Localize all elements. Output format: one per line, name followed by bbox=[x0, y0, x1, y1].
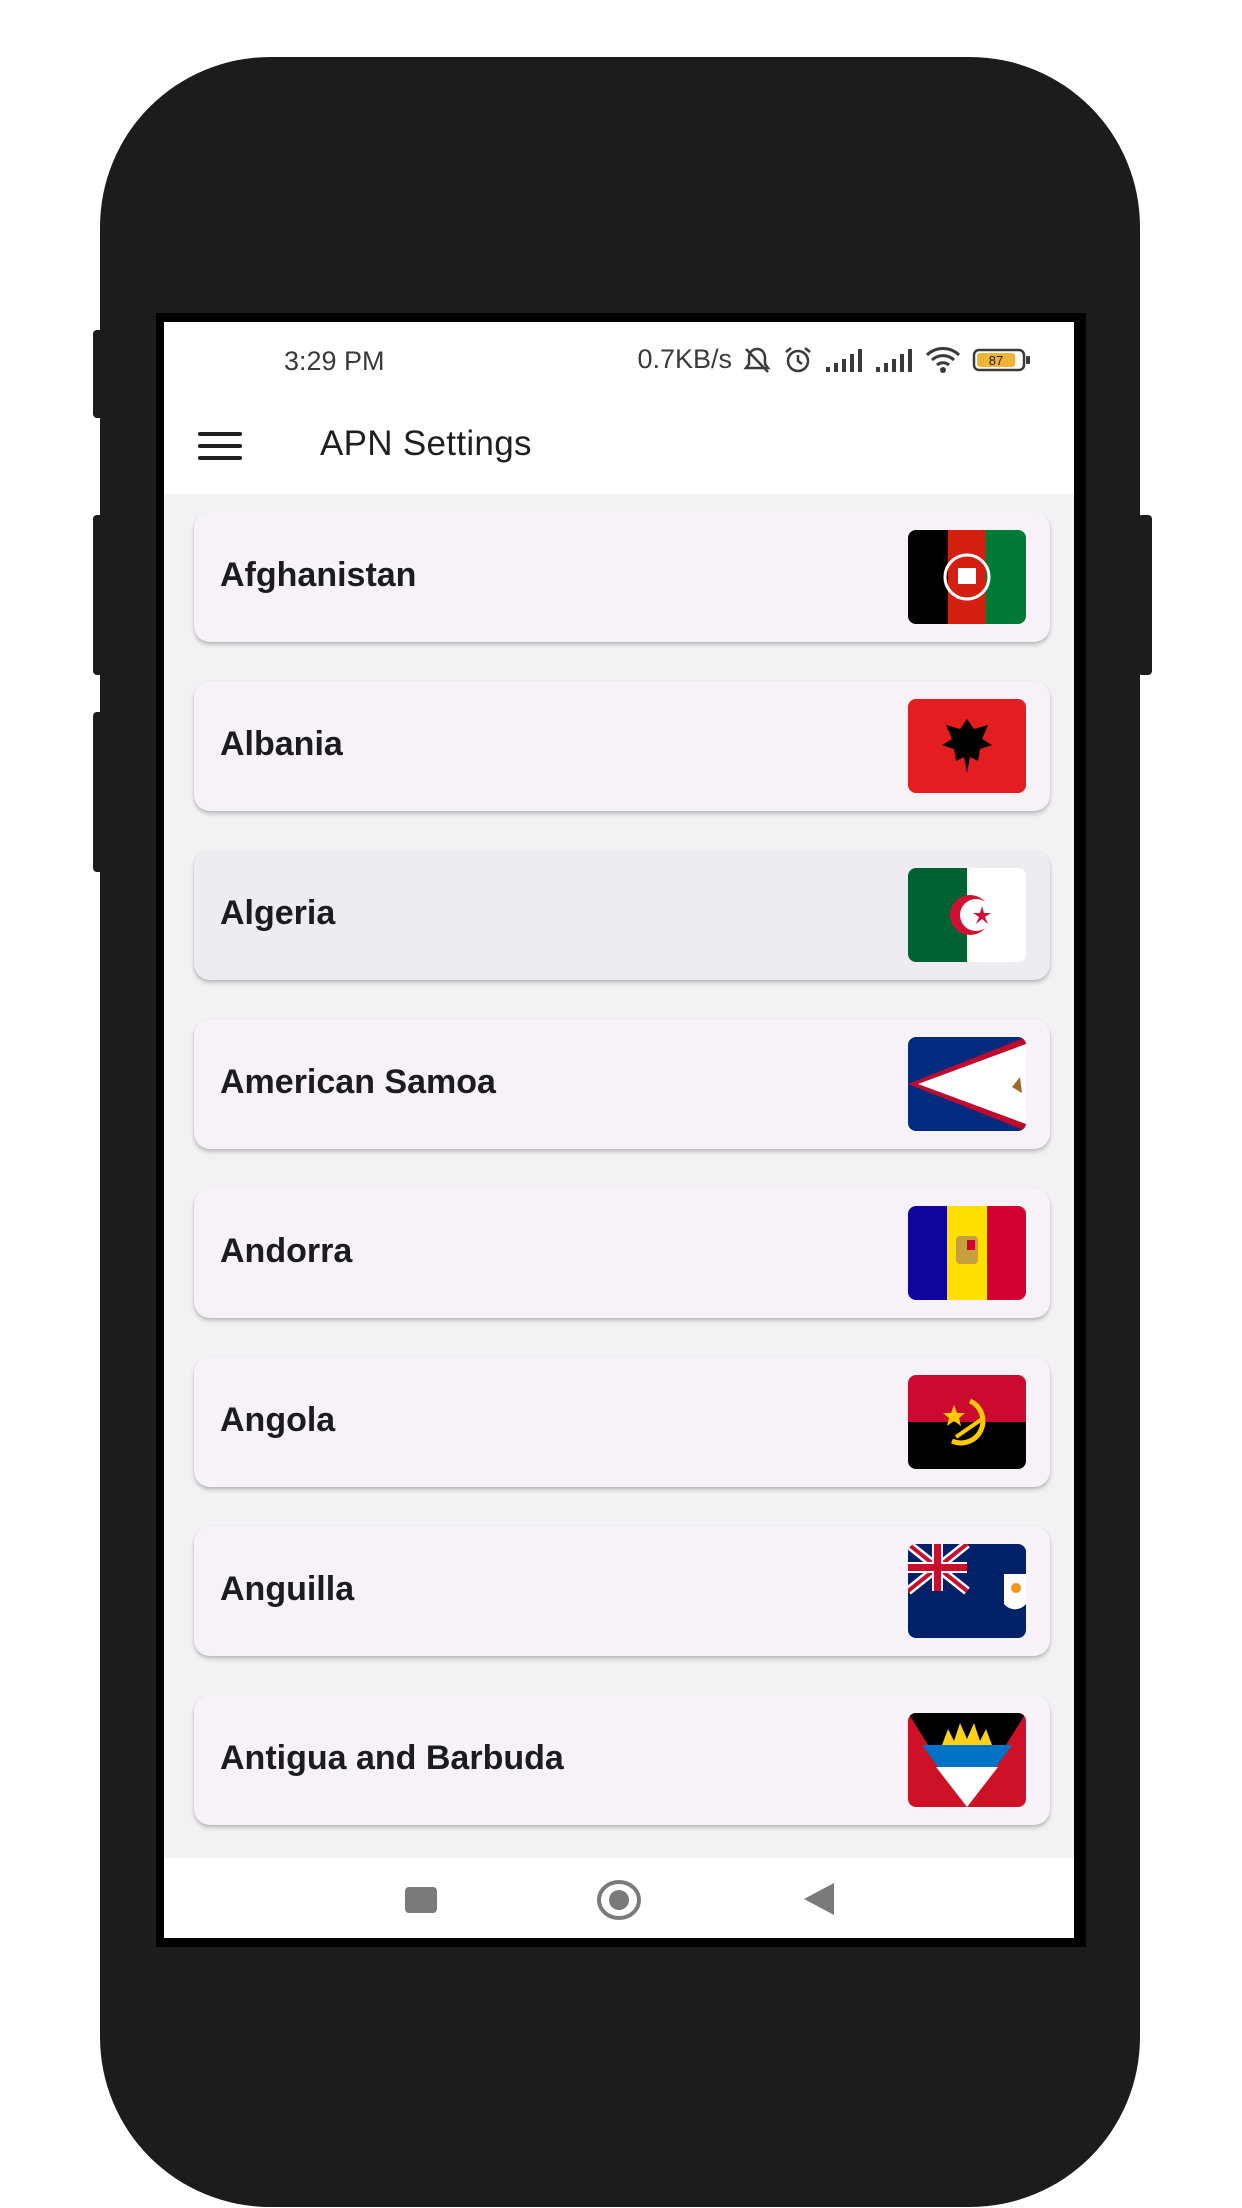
list-item-afghanistan[interactable]: Afghanistan bbox=[194, 512, 1050, 642]
country-name: Antigua and Barbuda bbox=[220, 1739, 564, 1777]
mute-icon bbox=[743, 347, 771, 373]
battery-icon: 87 bbox=[972, 348, 1030, 371]
anguilla-flag-icon bbox=[908, 1544, 1026, 1638]
list-item-andorra[interactable]: Andorra bbox=[194, 1188, 1050, 1318]
battery-level: 87 bbox=[989, 353, 1003, 368]
hamburger-menu-icon[interactable] bbox=[198, 430, 242, 464]
side-button-top bbox=[93, 330, 105, 418]
signal-icon bbox=[876, 348, 912, 372]
system-nav-bar bbox=[164, 1858, 1074, 1938]
country-name: Algeria bbox=[220, 894, 336, 932]
list-item-albania[interactable]: Albania bbox=[194, 681, 1050, 811]
volume-up-button bbox=[93, 515, 105, 675]
signal-icon bbox=[826, 348, 862, 372]
antigua-and-barbuda-flag-icon bbox=[908, 1713, 1026, 1807]
country-name: Andorra bbox=[220, 1232, 353, 1270]
power-button bbox=[1138, 515, 1152, 675]
country-name: Afghanistan bbox=[220, 556, 417, 594]
angola-flag-icon bbox=[908, 1375, 1026, 1469]
alarm-icon bbox=[785, 346, 811, 372]
andorra-flag-icon bbox=[908, 1206, 1026, 1300]
country-name: Anguilla bbox=[220, 1570, 355, 1608]
american-samoa-flag-icon bbox=[908, 1037, 1026, 1131]
list-item-anguilla[interactable]: Anguilla bbox=[194, 1526, 1050, 1656]
back-triangle-icon[interactable] bbox=[802, 1882, 836, 1921]
algeria-flag-icon bbox=[908, 868, 1026, 962]
device-display: 3:29 PM 0.7KB/s 87 APN Settings Afghanis… bbox=[164, 322, 1074, 1938]
home-circle-icon[interactable] bbox=[596, 1878, 642, 1927]
albania-flag-icon bbox=[908, 699, 1026, 793]
list-item-antigua-and-barbuda[interactable]: Antigua and Barbuda bbox=[194, 1695, 1050, 1825]
page-title: APN Settings bbox=[320, 424, 532, 463]
country-name: American Samoa bbox=[220, 1063, 496, 1101]
list-item-angola[interactable]: Angola bbox=[194, 1357, 1050, 1487]
volume-down-button bbox=[93, 712, 105, 872]
country-name: Albania bbox=[220, 725, 343, 763]
status-bar: 3:29 PM 0.7KB/s 87 bbox=[164, 322, 1074, 402]
recents-square-icon[interactable] bbox=[404, 1886, 438, 1919]
app-bar: APN Settings bbox=[164, 402, 1074, 494]
status-icons: 0.7KB/s 87 bbox=[637, 344, 1032, 375]
list-item-algeria[interactable]: Algeria bbox=[194, 850, 1050, 980]
wifi-icon bbox=[925, 346, 961, 373]
network-speed: 0.7KB/s bbox=[637, 344, 732, 374]
country-name: Angola bbox=[220, 1401, 336, 1439]
list-item-american-samoa[interactable]: American Samoa bbox=[194, 1019, 1050, 1149]
status-time: 3:29 PM bbox=[284, 346, 385, 376]
afghanistan-flag-icon bbox=[908, 530, 1026, 624]
